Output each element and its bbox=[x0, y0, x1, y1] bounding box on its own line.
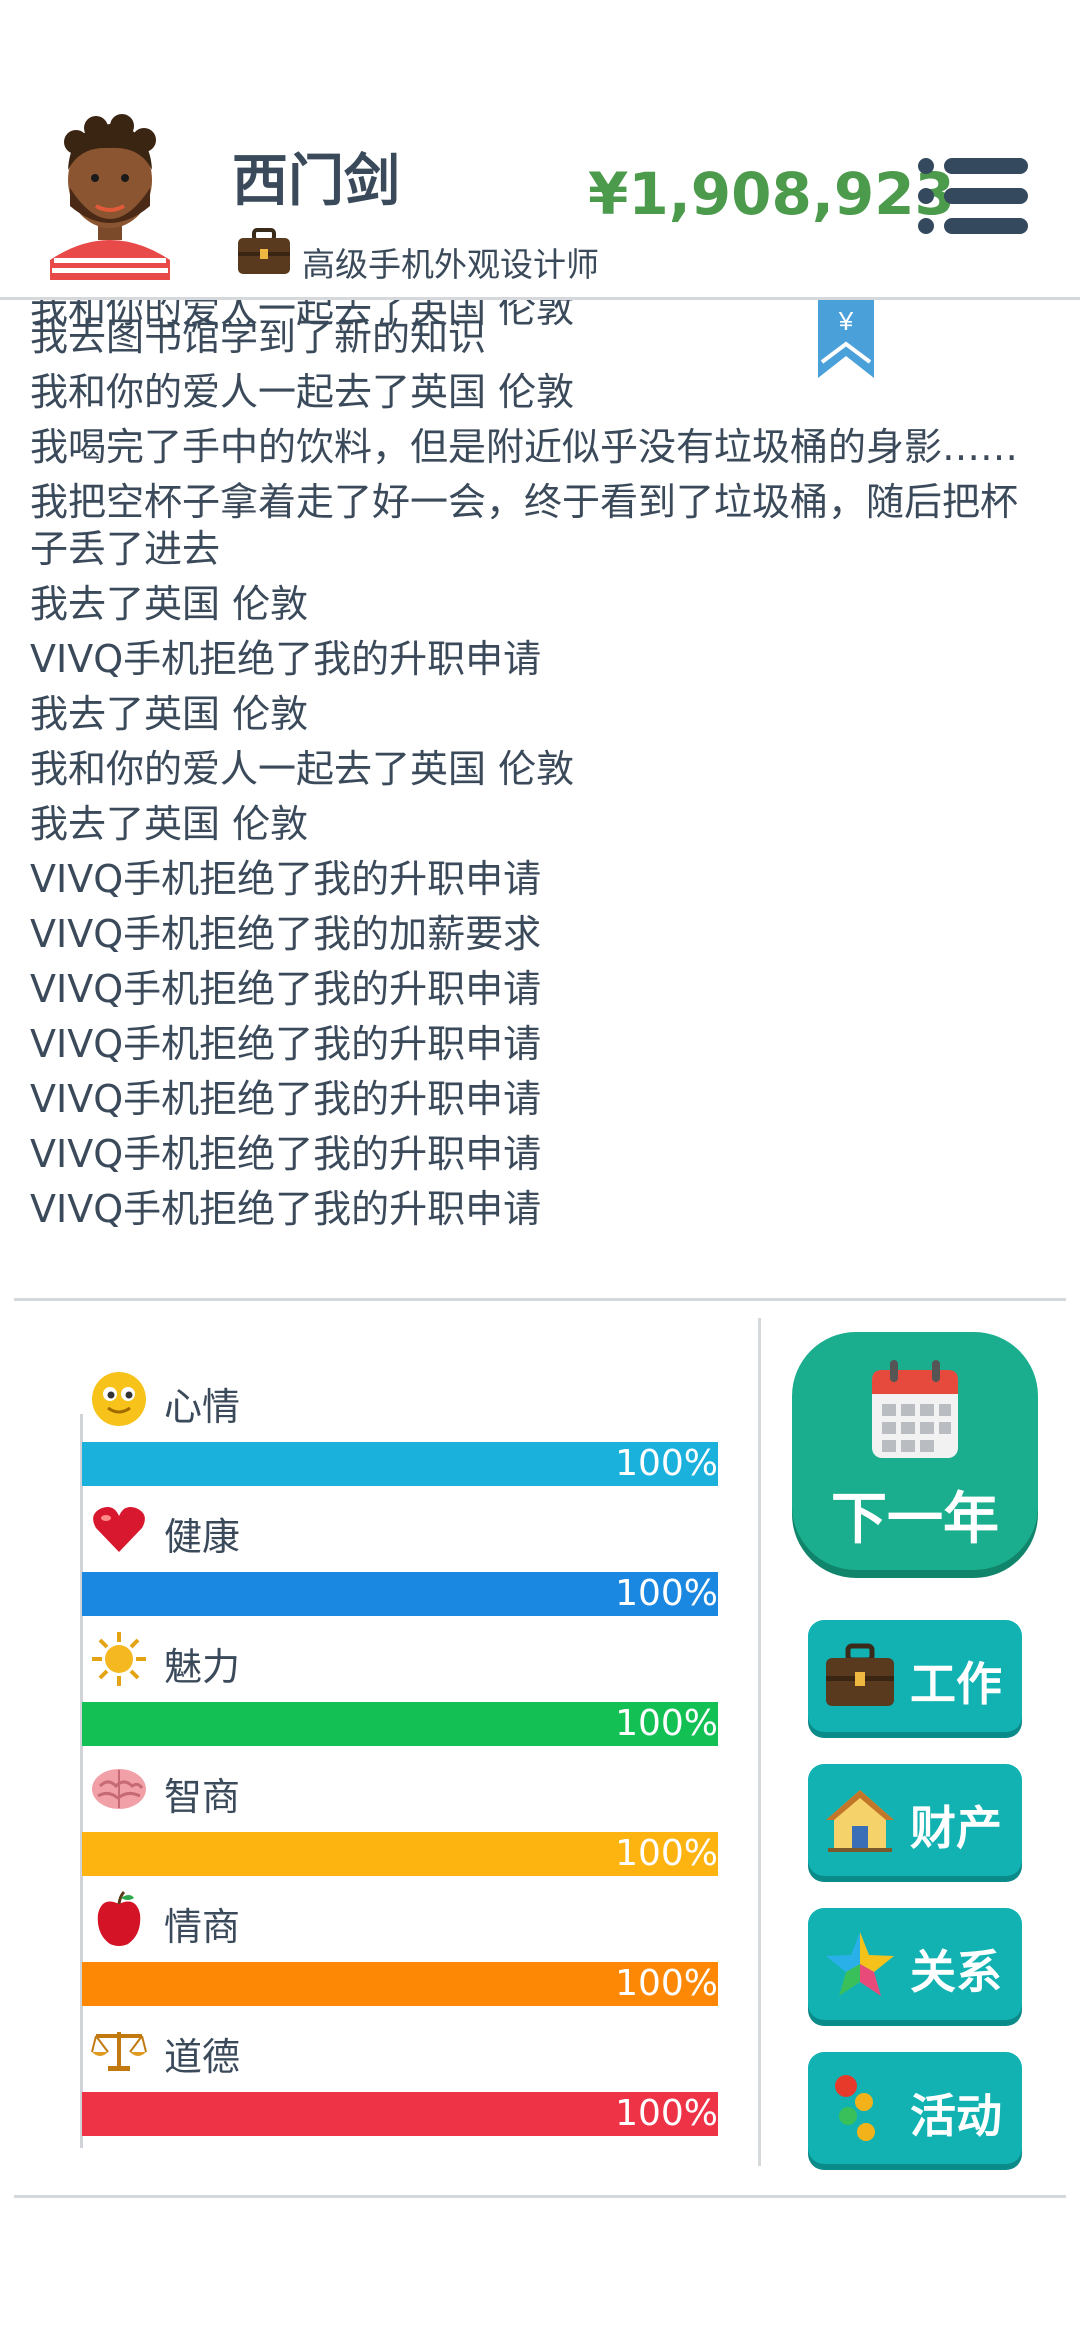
log-item: VIVQ手机拒绝了我的升职申请 bbox=[30, 637, 542, 681]
stat-bar: 100% bbox=[82, 1962, 718, 2006]
stat-label: 心情 bbox=[164, 1385, 241, 1429]
profile-header: 西门剑 高级手机外观设计师 ¥1,908,923 bbox=[0, 0, 1080, 300]
next-year-label: 下一年 bbox=[831, 1487, 999, 1552]
relations-button[interactable]: 关系 bbox=[808, 1908, 1022, 2020]
briefcase-icon bbox=[238, 228, 290, 274]
stat-row-eq: 情商 100% bbox=[82, 1890, 718, 2020]
log-item: VIVQ手机拒绝了我的加薪要求 bbox=[30, 912, 542, 956]
apple-icon bbox=[97, 1890, 141, 1946]
stat-bar: 100% bbox=[82, 1442, 718, 1486]
log-item: 我去了英国 伦敦 bbox=[30, 582, 309, 626]
log-item: VIVQ手机拒绝了我的升职申请 bbox=[30, 1022, 542, 1066]
stat-value: 100% bbox=[615, 2093, 718, 2134]
player-name: 西门剑 bbox=[232, 149, 400, 214]
stat-row-mood: 心情 100% bbox=[82, 1370, 718, 1500]
stat-bar: 100% bbox=[82, 1702, 718, 1746]
scales-icon bbox=[91, 2032, 147, 2071]
bookmark-yen-icon[interactable]: ¥ bbox=[818, 300, 874, 378]
stat-row-charm: 魅力 100% bbox=[82, 1630, 718, 1760]
stat-label: 魅力 bbox=[164, 1645, 241, 1689]
stat-row-iq: 智商 100% bbox=[82, 1760, 718, 1890]
avatar[interactable] bbox=[40, 110, 180, 280]
log-list: 我去图书馆学到了新的知识 我和你的爱人一起去了英国 伦敦 我喝完了手中的饮料，但… bbox=[30, 314, 1050, 1241]
smiley-icon bbox=[92, 1372, 146, 1426]
briefcase-icon bbox=[826, 1643, 894, 1706]
log-item: 我去图书馆学到了新的知识 bbox=[30, 315, 487, 359]
log-item: 我去了英国 伦敦 bbox=[30, 692, 309, 736]
log-item: 我把空杯子拿着走了好一会，终于看到了垃圾桶，随后把杯子丢了进去 bbox=[30, 480, 1019, 571]
log-item: 我去了英国 伦敦 bbox=[30, 802, 309, 846]
stat-row-morality: 道德 100% bbox=[82, 2020, 718, 2150]
activities-label: 活动 bbox=[910, 2089, 1002, 2143]
log-item: VIVQ手机拒绝了我的升职申请 bbox=[30, 1077, 542, 1121]
event-log[interactable]: 我和你的爱人一起去了英国 伦敦 我去图书馆学到了新的知识 我和你的爱人一起去了英… bbox=[0, 300, 1080, 1300]
stat-value: 100% bbox=[615, 1703, 718, 1744]
work-label: 工作 bbox=[910, 1657, 1002, 1711]
life-sim-screen: 西门剑 高级手机外观设计师 ¥1,908,923 我和你的爱人一起去了英国 伦敦… bbox=[0, 0, 1080, 2340]
sun-icon bbox=[92, 1632, 146, 1686]
log-item: VIVQ手机拒绝了我的升职申请 bbox=[30, 1187, 542, 1231]
log-item: VIVQ手机拒绝了我的升职申请 bbox=[30, 967, 542, 1011]
stat-bar: 100% bbox=[82, 2092, 718, 2136]
stat-value: 100% bbox=[615, 1443, 718, 1484]
stat-bar: 100% bbox=[82, 1832, 718, 1876]
house-icon bbox=[826, 1790, 894, 1852]
stat-label: 情商 bbox=[164, 1905, 241, 1949]
activities-dots-icon bbox=[835, 2075, 875, 2141]
money-balance: ¥1,908,923 bbox=[588, 160, 955, 228]
calendar-icon bbox=[872, 1360, 958, 1458]
bottom-divider bbox=[14, 2195, 1066, 2198]
activities-button[interactable]: 活动 bbox=[808, 2052, 1022, 2164]
stat-label: 健康 bbox=[164, 1515, 241, 1559]
panel-divider bbox=[758, 1318, 761, 2166]
brain-icon bbox=[92, 1769, 146, 1809]
stat-value: 100% bbox=[615, 1963, 718, 2004]
stat-label: 道德 bbox=[164, 2035, 241, 2079]
next-year-button[interactable]: 下一年 bbox=[792, 1332, 1038, 1570]
stat-value: 100% bbox=[615, 1573, 718, 1614]
star-icon bbox=[826, 1932, 894, 1996]
heart-icon bbox=[93, 1507, 145, 1552]
log-item: 我和你的爱人一起去了英国 伦敦 bbox=[30, 370, 575, 414]
property-label: 财产 bbox=[910, 1801, 1002, 1855]
relations-label: 关系 bbox=[910, 1945, 1002, 1999]
stat-value: 100% bbox=[615, 1833, 718, 1874]
log-item: VIVQ手机拒绝了我的升职申请 bbox=[30, 1132, 542, 1176]
stat-row-health: 健康 100% bbox=[82, 1500, 718, 1630]
stats-panel: 心情 100% 健康 100% 魅力 100% 智商 100% 情商 100% … bbox=[0, 1300, 760, 2180]
stat-label: 智商 bbox=[164, 1775, 241, 1819]
stat-bar: 100% bbox=[82, 1572, 718, 1616]
log-item: VIVQ手机拒绝了我的升职申请 bbox=[30, 857, 542, 901]
bookmark-symbol: ¥ bbox=[838, 306, 854, 336]
job-title: 高级手机外观设计师 bbox=[302, 245, 599, 284]
work-button[interactable]: 工作 bbox=[808, 1620, 1022, 1732]
property-button[interactable]: 财产 bbox=[808, 1764, 1022, 1876]
log-item: 我和你的爱人一起去了英国 伦敦 bbox=[30, 747, 575, 791]
menu-icon[interactable] bbox=[918, 156, 1028, 236]
log-item: 我喝完了手中的饮料，但是附近似乎没有垃圾桶的身影…… bbox=[30, 425, 1019, 469]
